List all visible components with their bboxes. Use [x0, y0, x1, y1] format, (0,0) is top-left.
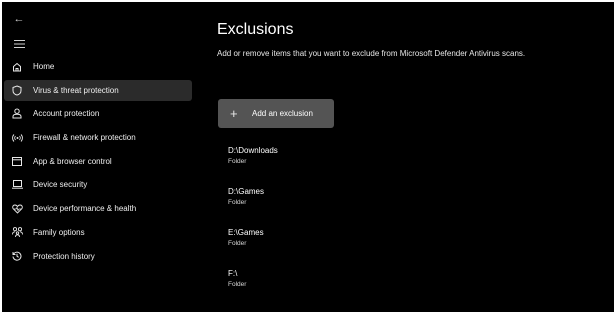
exclusion-path: D:\Downloads	[228, 146, 278, 155]
sidebar-item-label: Firewall & network protection	[33, 133, 136, 143]
wireless-icon	[10, 131, 24, 145]
heart-pulse-icon	[10, 202, 24, 216]
sidebar-item-label: Protection history	[33, 251, 95, 261]
sidebar-item-protection-history[interactable]: Protection history	[4, 246, 192, 267]
list-item[interactable]: E:\Games Folder	[228, 228, 528, 269]
sidebar-item-label: Device performance & health	[33, 204, 137, 214]
main-content: Exclusions Add or remove items that you …	[217, 2, 614, 312]
exclusion-type: Folder	[228, 281, 247, 288]
page-description: Add or remove items that you want to exc…	[217, 49, 526, 58]
list-item[interactable]: D:\Downloads Folder	[228, 146, 528, 187]
exclusions-list: D:\Downloads Folder D:\Games Folder E:\G…	[228, 146, 528, 310]
sidebar-item-label: Device security	[33, 180, 88, 190]
back-button[interactable]: ←	[10, 11, 28, 27]
sidebar-item-label: App & browser control	[33, 156, 112, 166]
exclusion-path: D:\Games	[228, 187, 265, 196]
shield-icon	[10, 83, 24, 97]
add-exclusion-button[interactable]: + Add an exclusion	[218, 99, 334, 128]
sidebar-item-device-security[interactable]: Device security	[4, 174, 192, 195]
sidebar-item-label: Home	[33, 62, 55, 71]
page-title: Exclusions	[217, 21, 294, 38]
app-window: ← Home Virus & threat protection Account…	[2, 2, 614, 312]
back-arrow-icon: ←	[13, 13, 25, 25]
add-exclusion-label: Add an exclusion	[252, 109, 313, 118]
history-icon	[10, 249, 24, 263]
sidebar-item-firewall-network-protection[interactable]: Firewall & network protection	[4, 127, 192, 148]
laptop-icon	[10, 178, 24, 192]
sidebar-item-family-options[interactable]: Family options	[4, 222, 192, 243]
list-item[interactable]: D:\Games Folder	[228, 187, 528, 228]
hamburger-menu-button[interactable]	[10, 36, 28, 52]
list-item[interactable]: F:\ Folder	[228, 269, 528, 310]
hamburger-icon	[13, 40, 25, 48]
exclusion-type: Folder	[228, 158, 247, 165]
sidebar-item-app-browser-control[interactable]: App & browser control	[4, 151, 192, 172]
exclusion-type: Folder	[228, 240, 247, 247]
app-window-icon	[10, 154, 24, 168]
person-icon	[10, 107, 24, 121]
exclusion-path: F:\	[228, 269, 238, 278]
sidebar-item-account-protection[interactable]: Account protection	[4, 103, 192, 124]
sidebar: ← Home Virus & threat protection Account…	[2, 2, 194, 312]
sidebar-item-label: Account protection	[33, 109, 100, 119]
sidebar-item-device-performance-health[interactable]: Device performance & health	[4, 198, 192, 219]
sidebar-item-home[interactable]: Home	[4, 56, 192, 77]
sidebar-nav: Home Virus & threat protection Account p…	[4, 56, 192, 269]
exclusion-type: Folder	[228, 199, 247, 206]
home-icon	[10, 60, 24, 74]
sidebar-item-label: Family options	[33, 227, 85, 237]
sidebar-item-virus-threat-protection[interactable]: Virus & threat protection	[4, 79, 192, 101]
sidebar-item-label: Virus & threat protection	[33, 85, 119, 95]
exclusion-path: E:\Games	[228, 228, 264, 237]
family-icon	[10, 225, 24, 239]
plus-icon: +	[230, 106, 238, 121]
